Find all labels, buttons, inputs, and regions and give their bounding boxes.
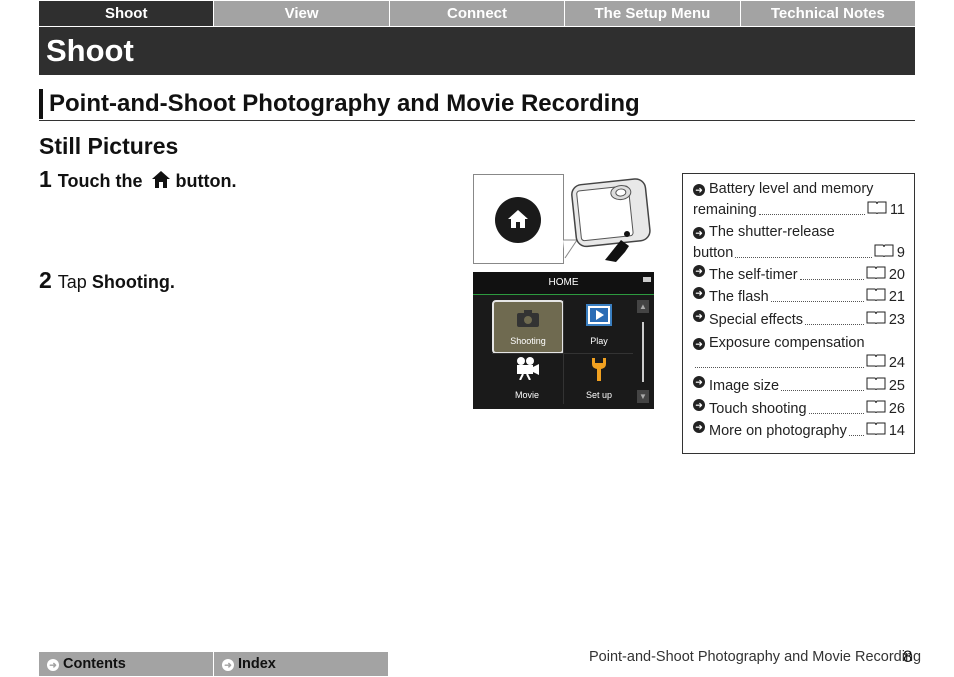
battery-icon — [643, 277, 651, 282]
tab-technical-notes[interactable]: Technical Notes — [740, 1, 916, 26]
page-number: 8 — [903, 647, 913, 666]
xref-item[interactable]: ➜ The self-timer 20 — [693, 265, 905, 286]
xref-item[interactable]: ➜ Battery level and memory — [693, 179, 873, 200]
step-text-end: button. — [175, 171, 237, 191]
movie-label: Movie — [514, 390, 539, 400]
home-icon — [151, 170, 171, 196]
step-text: Tap — [57, 272, 87, 292]
subsection-title: Still Pictures — [39, 133, 179, 159]
setup-label: Set up — [585, 390, 613, 400]
xref-item[interactable]: ➜ Image size 25 — [693, 376, 905, 397]
play-label: Play — [590, 336, 608, 346]
book-icon — [866, 421, 886, 436]
arrow-right-icon: ➜ — [693, 287, 705, 299]
xref-item[interactable]: ➜ Special effects 23 — [693, 310, 905, 331]
book-icon — [866, 265, 886, 280]
play-tile: Play — [564, 300, 634, 352]
grid-divider — [492, 353, 633, 354]
play-icon — [586, 304, 612, 326]
tab-setup-menu[interactable]: The Setup Menu — [565, 1, 740, 26]
shooting-tile: Shooting — [492, 300, 564, 354]
camera-icon — [517, 310, 539, 327]
scroll-up-icon: ▲ — [637, 300, 649, 313]
section-heading: Point-and-Shoot Photography and Movie Re… — [39, 88, 915, 121]
arrow-right-icon: ➜ — [693, 184, 705, 196]
book-icon — [866, 399, 886, 414]
camera-illustration — [473, 174, 654, 264]
arrow-right-icon: ➜ — [693, 265, 705, 277]
scrollbar — [642, 322, 644, 382]
book-icon — [866, 353, 886, 368]
tab-connect[interactable]: Connect — [389, 1, 565, 26]
xref-item[interactable]: ➜ The shutter-release — [693, 222, 835, 243]
step-number: 2 — [39, 267, 52, 293]
xref-leader[interactable]: button 9 — [693, 243, 905, 264]
step-emphasis: Shooting. — [91, 272, 175, 292]
contents-label: Contents — [63, 656, 126, 672]
cross-reference-box: ➜ Battery level and memory remaining 11 ➜ T… — [682, 173, 915, 454]
book-icon — [866, 310, 886, 325]
xref-item[interactable]: ➜ More on photography 14 — [693, 421, 905, 442]
screen-header: HOME — [473, 272, 654, 295]
movie-camera-icon — [517, 357, 539, 380]
tab-shoot[interactable]: Shoot — [39, 1, 214, 26]
xref-leader[interactable]: 24 — [693, 353, 905, 374]
arrow-right-icon: ➜ — [693, 421, 705, 433]
xref-item[interactable]: ➜ The flash 21 — [693, 287, 905, 308]
book-icon — [866, 287, 886, 302]
grid-divider — [563, 300, 564, 404]
arrow-right-icon: ➜ — [693, 376, 705, 388]
arrow-right-icon: ➜ — [47, 659, 59, 671]
step-2: 2 Tap Shooting. — [39, 267, 175, 295]
tab-view[interactable]: View — [214, 1, 389, 26]
home-screen-illustration: HOME Shooting Play Movie Set up ▲ ▼ — [473, 272, 654, 409]
scroll-down-icon: ▼ — [637, 390, 649, 403]
xref-item[interactable]: ➜ Touch shooting 26 — [693, 399, 905, 420]
shooting-label: Shooting — [510, 336, 546, 346]
index-label: Index — [238, 656, 276, 672]
step-number: 1 — [39, 166, 52, 192]
step-text: Touch the — [57, 171, 143, 191]
book-icon — [866, 376, 886, 391]
arrow-right-icon: ➜ — [222, 659, 234, 671]
section-heading-bar — [39, 89, 43, 119]
xref-leader[interactable]: remaining 11 — [693, 200, 905, 221]
wrench-icon — [592, 358, 606, 381]
index-button[interactable]: ➜ Index — [214, 652, 388, 676]
section-title: Point-and-Shoot Photography and Movie Re… — [49, 90, 640, 117]
footer-nav: ➜ Contents ➜ Index — [39, 652, 389, 676]
arrow-right-icon: ➜ — [693, 227, 705, 239]
book-icon — [874, 243, 894, 258]
arrow-right-icon: ➜ — [693, 399, 705, 411]
setup-tile: Set up — [564, 354, 634, 406]
movie-tile: Movie — [492, 354, 562, 406]
book-icon — [867, 200, 887, 215]
chapter-title: Shoot — [46, 33, 134, 68]
step-1: 1 Touch the button. — [39, 166, 236, 196]
running-title: Point-and-Shoot Photography and Movie Re… — [589, 649, 922, 665]
arrow-right-icon: ➜ — [693, 338, 705, 350]
xref-item[interactable]: ➜ Exposure compensation — [693, 333, 865, 354]
arrow-right-icon: ➜ — [693, 310, 705, 322]
chapter-banner: Shoot — [39, 27, 915, 75]
contents-button[interactable]: ➜ Contents — [39, 652, 213, 676]
chapter-tabs: Shoot View Connect The Setup Menu Techni… — [39, 1, 916, 26]
